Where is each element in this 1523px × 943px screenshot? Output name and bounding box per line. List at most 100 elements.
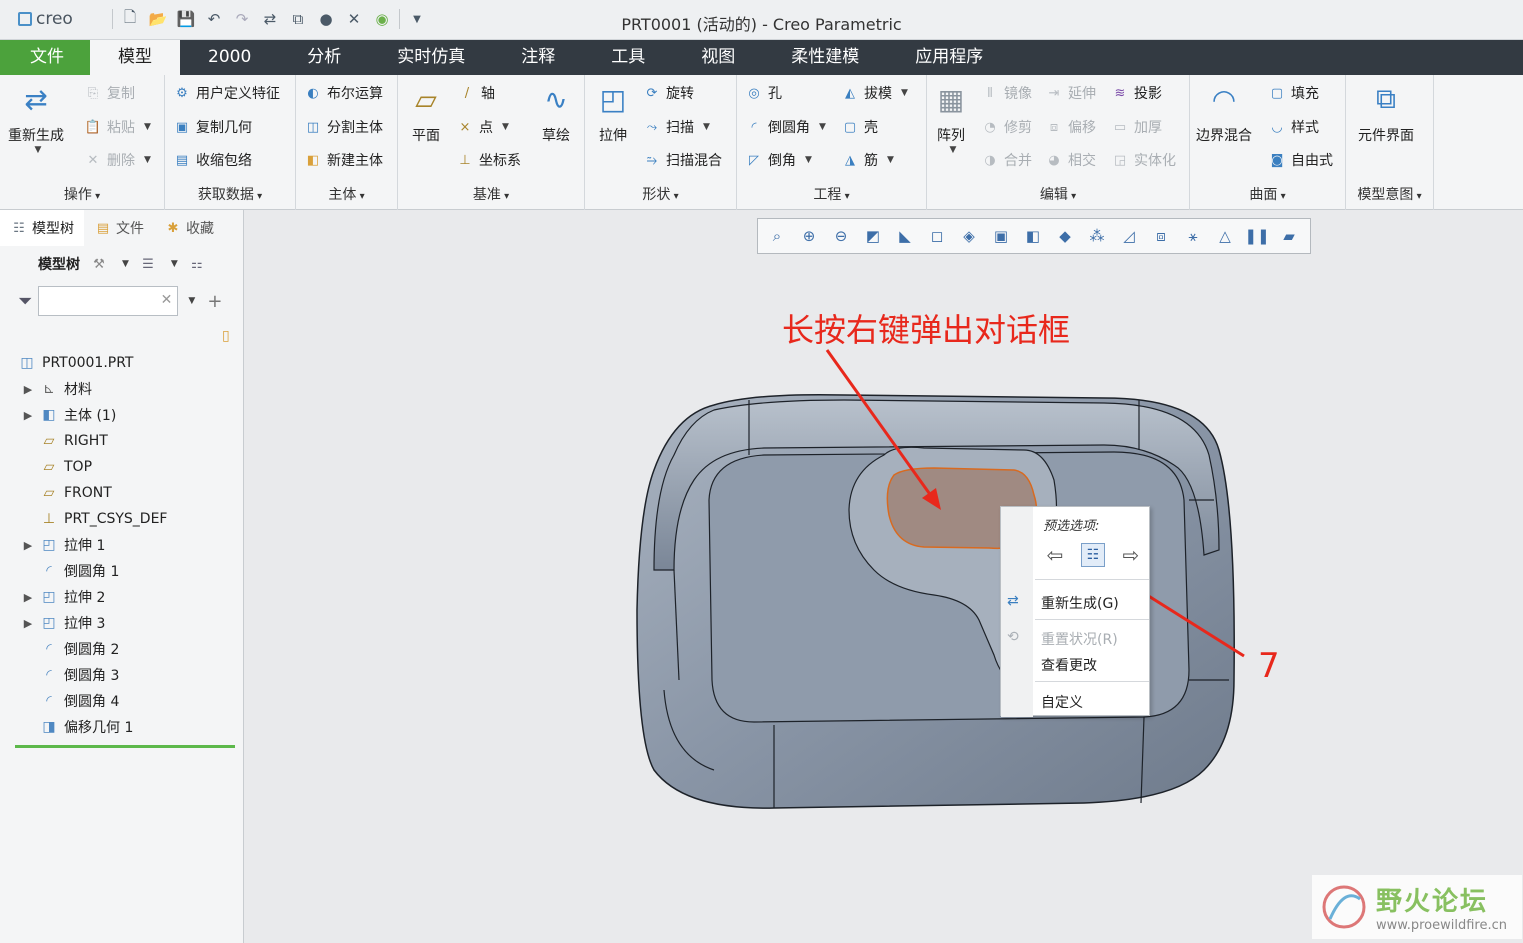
thicken-button[interactable]: ▭ 加厚 [1111, 117, 1162, 137]
tree-item[interactable]: ▶ ◧ 主体 (1) [18, 402, 238, 428]
extend-button[interactable]: ⇥ 延伸 [1045, 83, 1096, 103]
plane-button[interactable]: ▱ 平面 [406, 79, 446, 145]
hole-button[interactable]: ◎ 孔 [745, 83, 782, 103]
tab-applications[interactable]: 应用程序 [887, 40, 1011, 75]
next-arrow-icon[interactable]: ⇨ [1119, 543, 1143, 567]
round-button[interactable]: ◜ 倒圆角 ▼ [745, 117, 825, 137]
tree-item[interactable]: ◜ 倒圆角 4 [18, 688, 238, 714]
solidify-button[interactable]: ◲ 实体化 [1111, 150, 1176, 170]
mirror-button[interactable]: ⫴ 镜像 [981, 83, 1032, 103]
group-label-get-data[interactable]: 获取数据 [165, 184, 295, 204]
chamfer-button[interactable]: ◸ 倒角 ▼ [745, 150, 812, 170]
tree-columns-icon[interactable]: ☰ [139, 255, 157, 273]
tree-item[interactable]: ▱ FRONT [18, 480, 238, 506]
tab-analysis[interactable]: 分析 [279, 40, 369, 75]
freestyle-button[interactable]: ◙ 自由式 [1268, 150, 1333, 170]
funnel-icon[interactable]: ⏷ [18, 291, 32, 312]
search-dropdown[interactable]: ▼ [188, 296, 195, 306]
pattern-button[interactable]: ▦ 阵列 ▼ [931, 79, 971, 156]
point-button[interactable]: × 点 ▼ [456, 117, 509, 137]
expand-arrow-icon[interactable]: ▶ [18, 539, 38, 552]
style-button[interactable]: ◡ 样式 [1268, 117, 1319, 137]
tree-item[interactable]: ⊥ PRT_CSYS_DEF [18, 506, 238, 532]
tab-2000[interactable]: 2000 [180, 40, 279, 75]
group-label-datum[interactable]: 基准 [398, 184, 584, 204]
offset-button[interactable]: ⧈ 偏移 [1045, 117, 1096, 137]
menu-item-view-changes[interactable]: 查看更改 [1041, 655, 1097, 675]
tab-view[interactable]: 视图 [673, 40, 763, 75]
group-label-body[interactable]: 主体 [296, 184, 397, 204]
tab-model[interactable]: 模型 [90, 40, 180, 75]
tree-columns-dropdown[interactable]: ▼ [171, 259, 178, 269]
tree-item[interactable]: ▶ ◰ 拉伸 2 [18, 584, 238, 610]
udf-button[interactable]: ⚙ 用户定义特征 [173, 83, 280, 103]
tree-settings-dropdown[interactable]: ▼ [122, 259, 129, 269]
expand-arrow-icon[interactable]: ▶ [18, 617, 38, 630]
menu-item-regenerate[interactable]: 重新生成(G) [1041, 593, 1119, 613]
group-label-surfaces[interactable]: 曲面 [1190, 184, 1345, 204]
menu-item-reset-status[interactable]: 重置状况(R) [1041, 629, 1118, 649]
tree-item[interactable]: ▱ TOP [18, 454, 238, 480]
expand-arrow-icon[interactable]: ▶ [18, 409, 38, 422]
project-button[interactable]: ≋ 投影 [1111, 83, 1162, 103]
sweep-button[interactable]: ⤳ 扫描 ▼ [643, 117, 710, 137]
tree-item[interactable]: ◨ 偏移几何 1 [18, 714, 238, 740]
paste-button[interactable]: 📋 粘贴 ▼ [84, 117, 151, 137]
revolve-button[interactable]: ⟳ 旋转 [643, 83, 694, 103]
group-label-operations[interactable]: 操作 [0, 184, 164, 204]
intersect-button[interactable]: ◕ 相交 [1045, 150, 1096, 170]
group-label-model-intent[interactable]: 模型意图 [1346, 184, 1433, 204]
axis-button[interactable]: / 轴 [458, 83, 495, 103]
expand-arrow-icon[interactable]: ▶ [18, 591, 38, 604]
regenerate-button[interactable]: ⇄ 重新生成 ▼ [8, 79, 64, 156]
fill-button[interactable]: ▢ 填充 [1268, 83, 1319, 103]
csys-button[interactable]: ⊥ 坐标系 [456, 150, 521, 170]
tree-settings-icon[interactable]: ⚒ [90, 255, 108, 273]
boolean-button[interactable]: ◐ 布尔运算 [304, 83, 383, 103]
sketch-button[interactable]: ∿ 草绘 [536, 79, 576, 145]
tab-flexible-modeling[interactable]: 柔性建模 [763, 40, 887, 75]
expand-arrow-icon[interactable]: ▶ [18, 383, 38, 396]
tree-item[interactable]: ▶ ◰ 拉伸 3 [18, 610, 238, 636]
previous-arrow-icon[interactable]: ⇦ [1043, 543, 1067, 567]
tree-item[interactable]: ▶ ⊾ 材料 [18, 376, 238, 402]
rib-button[interactable]: ◮ 筋 ▼ [841, 150, 894, 170]
merge-button[interactable]: ◑ 合并 [981, 150, 1032, 170]
group-label-engineering[interactable]: 工程 [737, 184, 926, 204]
component-interface-button[interactable]: ⧉ 元件界面 [1358, 79, 1414, 145]
tab-favorites[interactable]: ✱ 收藏 [154, 210, 224, 246]
tree-item[interactable]: ▱ RIGHT [18, 428, 238, 454]
shell-button[interactable]: ▢ 壳 [841, 117, 878, 137]
copy-geometry-button[interactable]: ▣ 复制几何 [173, 117, 252, 137]
tree-item[interactable]: ◜ 倒圆角 2 [18, 636, 238, 662]
add-icon[interactable]: + [207, 291, 222, 312]
menu-item-customize[interactable]: 自定义 [1041, 692, 1083, 712]
draft-button[interactable]: ◭ 拔模 ▼ [841, 83, 908, 103]
boundary-blend-button[interactable]: ◠ 边界混合 [1196, 79, 1252, 145]
insert-here-marker[interactable] [15, 745, 235, 748]
group-label-shapes[interactable]: 形状 [585, 184, 736, 204]
group-label-editing[interactable]: 编辑 [927, 184, 1189, 204]
tree-item[interactable]: ◜ 倒圆角 1 [18, 558, 238, 584]
tree-side-icon[interactable]: ▯ [222, 328, 230, 344]
tab-file[interactable]: 文件 [0, 40, 90, 75]
tab-live-simulation[interactable]: 实时仿真 [369, 40, 493, 75]
shrinkwrap-button[interactable]: ▤ 收缩包络 [173, 150, 252, 170]
tab-folder-browser[interactable]: ▤ 文件 [84, 210, 154, 246]
trim-button[interactable]: ◔ 修剪 [981, 117, 1032, 137]
delete-button[interactable]: ✕ 删除 ▼ [84, 150, 151, 170]
pick-from-list-icon[interactable]: ☷ [1081, 543, 1105, 567]
swept-blend-button[interactable]: ⥲ 扫描混合 [643, 150, 722, 170]
new-body-button[interactable]: ◧ 新建主体 [304, 150, 383, 170]
tree-item[interactable]: ◜ 倒圆角 3 [18, 662, 238, 688]
graphics-area[interactable]: ⌕ ⊕ ⊖ ◩ ◣ ◻ ◈ ▣ ◧ ◆ ⁂ ◿ ⧈ ⚹ △ ❚❚ ▰ 长按右键弹… [244, 210, 1523, 943]
tree-filter-icon[interactable]: ⚏ [188, 255, 206, 273]
clear-search-icon[interactable]: ✕ [161, 292, 173, 308]
tree-item[interactable]: ▶ ◰ 拉伸 1 [18, 532, 238, 558]
tab-model-tree[interactable]: ☷ 模型树 [0, 210, 84, 246]
tree-search-input[interactable]: ✕ [38, 286, 179, 316]
tree-item[interactable]: ◫ PRT0001.PRT [18, 350, 238, 376]
split-body-button[interactable]: ◫ 分割主体 [304, 117, 383, 137]
extrude-button[interactable]: ◰ 拉伸 [593, 79, 633, 145]
tab-tools[interactable]: 工具 [583, 40, 673, 75]
